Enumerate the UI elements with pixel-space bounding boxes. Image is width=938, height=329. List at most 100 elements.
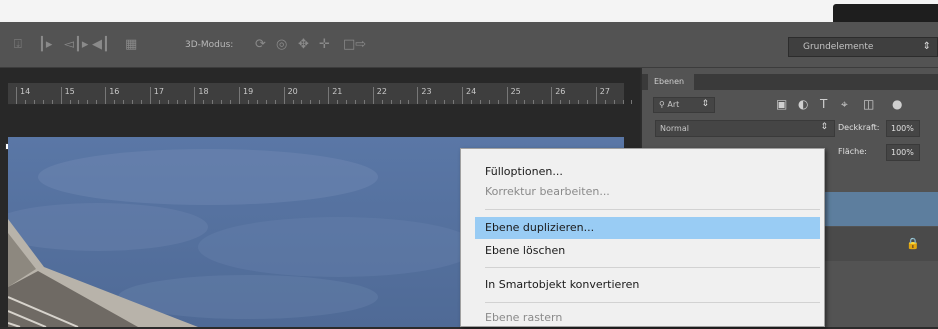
menu-item-edit-adjustment[interactable]: Korrektur bearbeiten... — [475, 181, 820, 203]
adjustment-filter-icon[interactable]: ◐ — [798, 97, 808, 111]
ruler-minor-tick — [265, 100, 267, 104]
ruler-minor-tick — [354, 100, 356, 104]
ruler-minor-tick — [613, 100, 615, 104]
ruler-minor-tick — [542, 100, 544, 104]
ruler-minor-tick — [381, 100, 383, 104]
ruler-label: 19 — [243, 87, 254, 96]
horizontal-ruler[interactable]: 14 15 16 17 18 19 20 21 22 23 24 25 26 27 — [8, 83, 633, 105]
ruler-minor-tick — [140, 100, 142, 104]
ruler-minor-tick — [453, 100, 454, 104]
shape-filter-icon[interactable]: ⌖ — [841, 97, 848, 111]
window-controls[interactable] — [833, 4, 938, 22]
ruler-minor-tick — [390, 100, 392, 104]
ruler-minor-tick — [123, 100, 124, 104]
ruler-label: 24 — [466, 87, 477, 96]
rotate-3d-icon[interactable]: ⟳ — [255, 37, 266, 53]
layer-filter-select[interactable]: ⚲ Art ⇕ — [653, 97, 715, 113]
blend-mode-value: Normal — [660, 124, 689, 133]
menu-item-blending-options[interactable]: Fülloptionen... — [475, 161, 820, 183]
ruler-minor-tick — [337, 100, 339, 104]
ruler-label: 26 — [555, 87, 566, 96]
smartobject-filter-icon[interactable]: ◫ — [863, 97, 874, 111]
ruler-minor-tick — [42, 100, 44, 104]
ruler-label: 27 — [599, 87, 610, 96]
opacity-label: Deckkraft: — [838, 123, 880, 132]
distribute-left-icon[interactable]: ┃▸ — [38, 37, 52, 53]
menu-item-duplicate-layer[interactable]: Ebene duplizieren... — [475, 217, 820, 239]
ruler-minor-tick — [292, 100, 294, 104]
ruler-label: 15 — [64, 87, 75, 96]
ruler-tick — [506, 87, 508, 104]
ruler-minor-tick — [203, 100, 205, 104]
ruler-minor-tick — [256, 100, 258, 104]
ruler-label: 22 — [376, 87, 387, 96]
ruler-tick — [595, 87, 597, 104]
context-menu: Fülloptionen... Korrektur bearbeiten... … — [460, 148, 825, 327]
ruler-label: 21 — [332, 87, 343, 96]
distribute-right-icon[interactable]: ◀┃ — [92, 37, 110, 53]
ruler-minor-tick — [560, 100, 562, 104]
ruler-tick — [417, 87, 419, 104]
ruler-tick — [60, 87, 62, 104]
3d-mode-label: 3D-Modus: — [185, 40, 234, 50]
ruler-label: 16 — [109, 87, 120, 96]
ruler-minor-tick — [319, 100, 321, 104]
lock-icon: 🔒 — [906, 237, 920, 250]
menu-separator — [485, 209, 820, 210]
select-arrow-icon: ⇕ — [820, 122, 828, 132]
ruler-minor-tick — [569, 100, 570, 104]
ruler-minor-tick — [212, 100, 214, 104]
text-filter-icon[interactable]: T — [820, 97, 827, 111]
pixel-filter-icon[interactable]: ▣ — [776, 97, 787, 111]
ruler-tick — [372, 87, 374, 104]
ruler-tick — [328, 87, 330, 104]
ruler-label: 20 — [287, 87, 298, 96]
ruler-minor-tick — [247, 100, 249, 104]
distribute-center-icon[interactable]: ◅┃▸ — [64, 37, 88, 53]
layer-filter-value: Art — [667, 100, 680, 109]
ruler-minor-tick — [221, 100, 223, 104]
slide-3d-icon[interactable]: ✛ — [319, 37, 330, 53]
menu-item-rasterize-layer[interactable]: Ebene rastern — [475, 307, 820, 329]
roll-3d-icon[interactable]: ◎ — [276, 37, 287, 53]
ruler-minor-tick — [488, 100, 490, 104]
pan-3d-icon[interactable]: ✥ — [298, 37, 309, 53]
menu-item-delete-layer[interactable]: Ebene löschen — [475, 240, 820, 262]
ruler-minor-tick — [604, 100, 606, 104]
ruler-minor-tick — [24, 100, 26, 104]
scale-3d-icon[interactable]: □⇨ — [343, 37, 366, 53]
fill-label: Fläche: — [838, 147, 867, 156]
filter-toggle-icon[interactable]: ● — [892, 97, 902, 111]
ruler-tick — [239, 87, 240, 104]
ruler-minor-tick — [310, 100, 312, 104]
ruler-minor-tick — [33, 100, 35, 104]
opacity-input[interactable]: 100% — [886, 120, 920, 137]
fill-input[interactable]: 100% — [886, 144, 920, 161]
ruler-minor-tick — [515, 100, 517, 104]
ruler-minor-tick — [185, 100, 187, 104]
ruler-minor-tick — [399, 100, 401, 104]
blend-mode-select[interactable]: Normal ⇕ — [655, 120, 835, 137]
tab-layers[interactable]: Ebenen — [648, 74, 694, 90]
auto-align-icon[interactable]: ▦ — [125, 37, 137, 53]
ruler-minor-tick — [51, 100, 53, 104]
ruler-tick — [462, 87, 463, 104]
blend-row: Normal ⇕ Deckkraft: 100% — [648, 118, 938, 138]
select-arrow-icon: ⇕ — [922, 41, 931, 52]
ruler-minor-tick — [622, 100, 624, 104]
align-top-icon[interactable]: ⍗ — [14, 37, 22, 53]
menu-item-convert-smart-object[interactable]: In Smartobjekt konvertieren — [475, 274, 820, 296]
ruler-tick — [194, 87, 196, 104]
window-title-strip — [0, 0, 938, 22]
menu-separator — [485, 302, 820, 303]
ruler-minor-tick — [114, 100, 116, 104]
ruler-tick — [105, 87, 107, 104]
ruler-minor-tick — [524, 100, 526, 104]
ruler-minor-tick — [444, 100, 446, 104]
workspace-select[interactable]: Grundelemente ⇕ — [788, 37, 938, 57]
ruler-minor-tick — [87, 100, 89, 104]
ruler-minor-tick — [158, 100, 160, 104]
ruler-minor-tick — [274, 100, 276, 104]
ruler-label: 18 — [198, 87, 209, 96]
ruler-minor-tick — [426, 100, 428, 104]
